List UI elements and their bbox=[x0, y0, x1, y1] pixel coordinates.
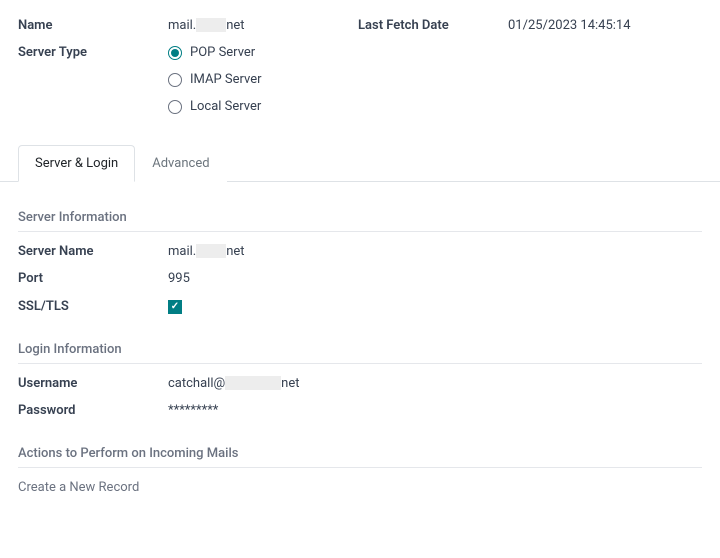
name-masked bbox=[196, 18, 226, 32]
radio-pop-server[interactable]: POP Server bbox=[168, 45, 702, 60]
tab-advanced[interactable]: Advanced bbox=[135, 145, 226, 182]
radio-label-imap: IMAP Server bbox=[190, 72, 262, 87]
username-suffix: net bbox=[281, 376, 299, 391]
radio-icon bbox=[168, 46, 182, 60]
server-name-masked bbox=[196, 244, 226, 258]
ssl-checkbox-wrapper bbox=[168, 298, 638, 314]
name-prefix: mail. bbox=[168, 18, 196, 33]
section-server-info: Server Information Server Name mail.net … bbox=[18, 210, 702, 314]
section-title-actions: Actions to Perform on Incoming Mails bbox=[18, 446, 702, 468]
ssl-checkbox[interactable] bbox=[168, 300, 182, 314]
section-title-login-info: Login Information bbox=[18, 342, 702, 364]
radio-label-pop: POP Server bbox=[190, 45, 255, 60]
radio-icon bbox=[168, 100, 182, 114]
ssl-label: SSL/TLS bbox=[18, 299, 168, 314]
server-name-prefix: mail. bbox=[168, 244, 196, 259]
radio-label-local: Local Server bbox=[190, 99, 261, 114]
username-masked bbox=[225, 376, 281, 390]
name-suffix: net bbox=[226, 18, 244, 33]
create-new-record[interactable]: Create a New Record bbox=[18, 480, 702, 495]
port-label: Port bbox=[18, 271, 168, 286]
server-name-suffix: net bbox=[226, 244, 244, 259]
password-label: Password bbox=[18, 403, 168, 418]
tab-server-login[interactable]: Server & Login bbox=[18, 145, 135, 182]
radio-local-server[interactable]: Local Server bbox=[168, 99, 702, 114]
name-label: Name bbox=[18, 18, 168, 33]
radio-imap-server[interactable]: IMAP Server bbox=[168, 72, 702, 87]
username-prefix: catchall@ bbox=[168, 376, 225, 391]
username-label: Username bbox=[18, 376, 168, 391]
password-value[interactable]: ********* bbox=[168, 403, 638, 418]
last-fetch-value: 01/25/2023 14:45:14 bbox=[508, 18, 702, 33]
section-actions: Actions to Perform on Incoming Mails Cre… bbox=[18, 446, 702, 495]
server-type-label: Server Type bbox=[18, 45, 168, 60]
server-name-value[interactable]: mail. net bbox=[168, 244, 638, 259]
port-value[interactable]: 995 bbox=[168, 271, 638, 286]
section-title-server-info: Server Information bbox=[18, 210, 702, 232]
section-login-info: Login Information Username catchall@net … bbox=[18, 342, 702, 418]
last-fetch-label: Last Fetch Date bbox=[358, 18, 508, 33]
username-value[interactable]: catchall@ net bbox=[168, 376, 638, 391]
tabs: Server & Login Advanced bbox=[0, 144, 720, 182]
name-value: mail. net bbox=[168, 18, 358, 33]
radio-icon bbox=[168, 73, 182, 87]
server-name-label: Server Name bbox=[18, 244, 168, 259]
